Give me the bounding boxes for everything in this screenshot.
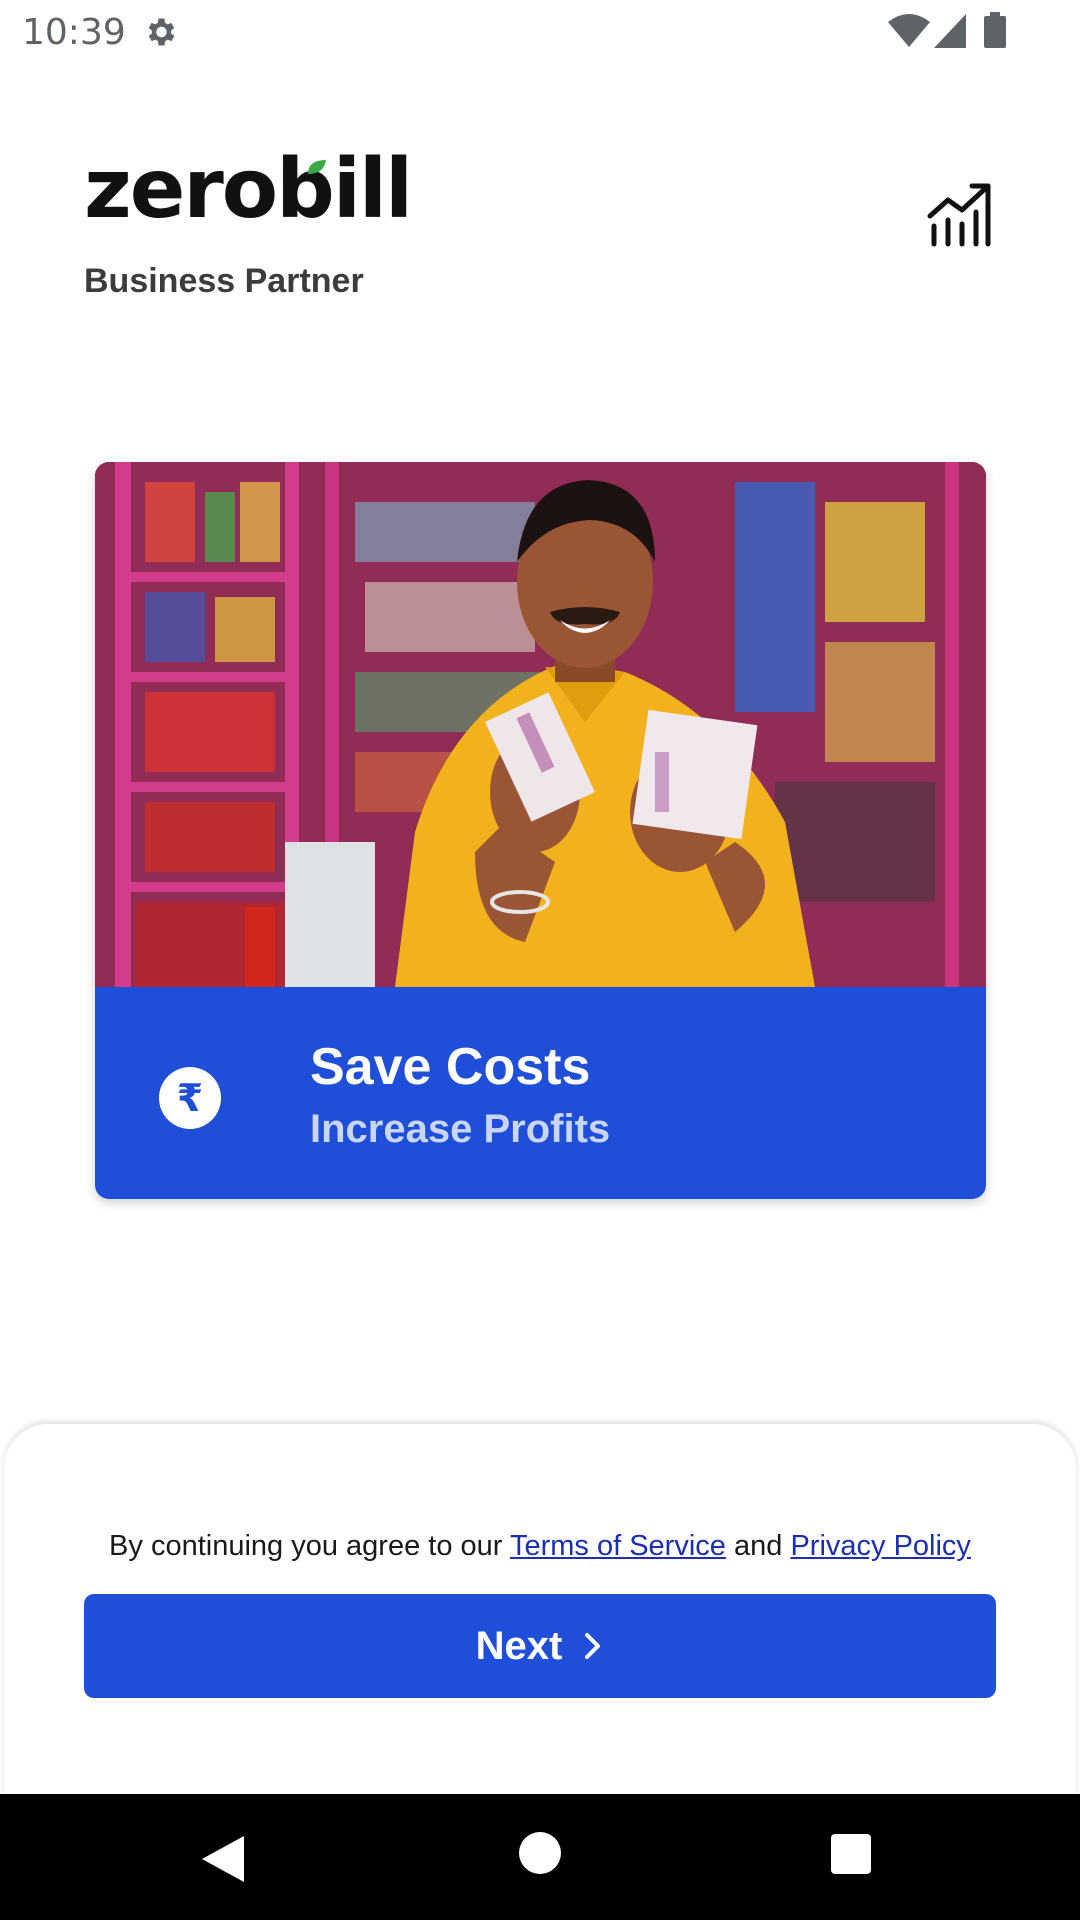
legal-conjunction: and xyxy=(733,1530,783,1562)
rupee-icon: ₹ xyxy=(159,1067,221,1129)
legal-prefix: By continuing you agree to our xyxy=(109,1530,503,1562)
logo-text: zerobill xyxy=(84,142,413,237)
leaf-icon xyxy=(308,160,326,174)
terms-of-service-link[interactable]: Terms of Service xyxy=(510,1530,726,1562)
app-subtitle: Business Partner xyxy=(84,262,364,300)
system-nav-bar xyxy=(0,1794,1080,1920)
promo-title: Save Costs xyxy=(310,1038,591,1096)
battery-icon xyxy=(984,12,1006,48)
zerobill-logo: zerobill xyxy=(84,149,413,231)
legal-consent-text: By continuing you agree to our Terms of … xyxy=(4,1530,1076,1563)
home-icon[interactable] xyxy=(519,1832,561,1874)
privacy-policy-link[interactable]: Privacy Policy xyxy=(790,1530,971,1562)
bottom-sheet: By continuing you agree to our Terms of … xyxy=(4,1424,1076,1824)
status-time: 10:39 xyxy=(22,12,126,53)
chart-growth-icon xyxy=(927,183,991,247)
recents-icon[interactable] xyxy=(831,1834,871,1874)
promo-band: ₹ Save Costs Increase Profits xyxy=(95,987,986,1199)
chevron-right-icon xyxy=(585,1633,601,1659)
promo-subtitle: Increase Profits xyxy=(310,1107,611,1151)
back-icon[interactable] xyxy=(200,1834,246,1884)
signal-icon xyxy=(934,14,966,48)
status-bar: 10:39 xyxy=(0,0,1080,64)
wifi-icon xyxy=(888,14,930,47)
next-button-label: Next xyxy=(475,1623,563,1668)
promo-card: ₹ Save Costs Increase Profits xyxy=(95,462,986,1199)
shopkeeper-photo xyxy=(95,462,986,987)
gear-icon xyxy=(148,18,175,46)
next-button[interactable]: Next xyxy=(84,1594,996,1698)
